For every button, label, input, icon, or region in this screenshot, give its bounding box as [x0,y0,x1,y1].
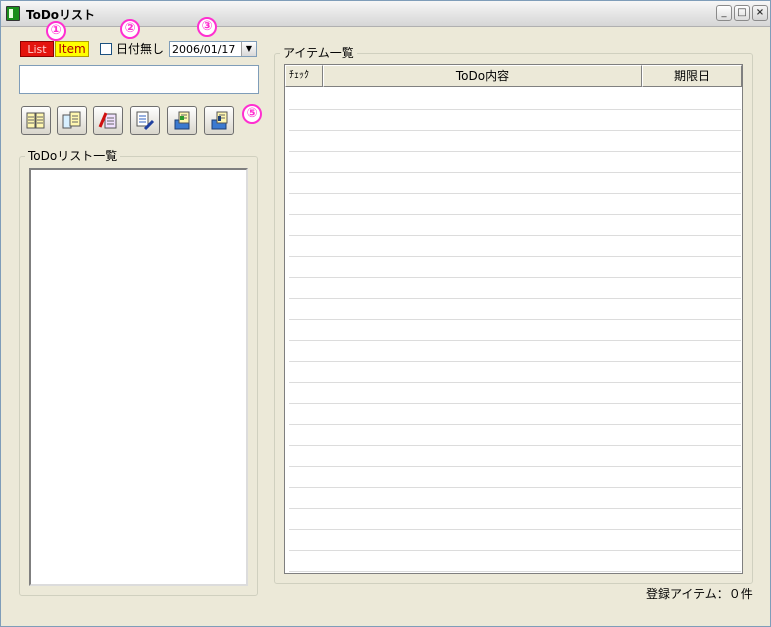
edit-list-icon [62,111,81,129]
annotation-2: ② [120,19,140,39]
maximize-button[interactable]: □ [734,5,750,21]
item-list-group-title: アイテム一覧 [280,44,357,61]
todo-list-box[interactable] [29,168,248,586]
annotation-1: ① [46,21,66,41]
close-button[interactable]: × [752,5,768,21]
rename-list-icon [136,111,155,131]
list-mode-button[interactable]: List [20,41,54,57]
column-header-check[interactable]: ﾁｪｯｸ [285,65,323,87]
date-dropdown[interactable]: 2006/01/17 ▼ [169,41,257,57]
item-count-status: 登録アイテム：０件 [646,587,753,601]
import-list-icon [211,111,228,130]
edit-list-button[interactable] [57,106,87,135]
title-bar[interactable]: ToDoリスト _ □ × [1,1,770,27]
todo-input[interactable] [19,65,259,94]
column-header-content[interactable]: ToDo内容 [323,65,642,87]
annotation-3: ③ [197,17,217,37]
add-list-button[interactable] [21,106,51,135]
item-mode-button[interactable]: Item [55,41,89,57]
item-table[interactable]: ﾁｪｯｸ ToDo内容 期限日 [284,64,743,574]
no-date-label: 日付無し [116,42,165,56]
date-value: 2006/01/17 [172,43,236,56]
todo-list-group-title: ToDoリスト一覧 [25,147,121,164]
delete-list-button[interactable] [93,106,123,135]
minimize-button[interactable]: _ [716,5,732,21]
import-list-button[interactable] [204,106,234,135]
chevron-down-icon[interactable]: ▼ [241,42,256,56]
export-list-button[interactable] [167,106,197,135]
column-header-due-date[interactable]: 期限日 [642,65,742,87]
add-list-icon [26,112,45,129]
annotation-5: ⑤ [242,104,262,124]
export-list-icon [174,111,190,130]
table-row-area[interactable] [289,89,741,573]
rename-list-button[interactable] [130,106,160,135]
no-date-checkbox[interactable] [100,43,112,55]
app-icon [6,6,20,21]
delete-list-icon [98,112,117,129]
todo-window: ToDoリスト _ □ × ① ② ③ ④ ⑤ ⑥ ⑦ List Item 日付… [0,0,771,627]
window-title: ToDoリスト [26,8,96,22]
